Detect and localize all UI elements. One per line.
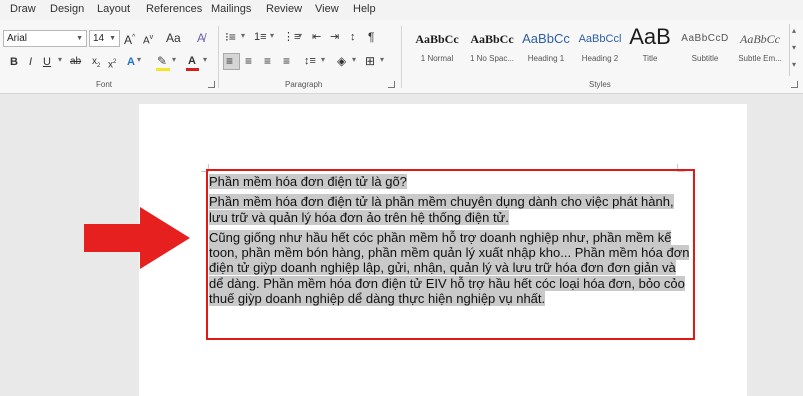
numbering-icon[interactable]: 1≡ [254,30,267,44]
decrease-indent-icon[interactable]: ⇤ [312,30,321,44]
borders-icon[interactable]: ⊞ [365,54,375,68]
styles-group-label: Styles [589,80,611,89]
style-name: 1 Normal [420,54,454,63]
style-normal[interactable]: AaBbCc 1 Normal [409,22,465,74]
style-sample: AaBbCcl [578,33,622,45]
font-group-label: Font [96,80,113,89]
style-sample: AaBbCc [470,32,514,46]
document-paragraph[interactable]: Phần mềm hóa đơn điện tử là phần mềm chu… [209,194,691,225]
style-sample: AaB [629,24,671,48]
show-formatting-marks-icon[interactable]: ¶ [368,30,374,44]
chevron-down-icon: ▼ [109,35,116,42]
menu-bar: Draw Design Layout References Mailings R… [0,0,803,20]
chevron-up-icon[interactable]: ▴ [792,24,796,38]
chevron-down-icon[interactable]: ▾ [172,53,176,67]
highlight-color-icon[interactable]: ✎ [157,54,167,68]
font-dialog-launcher-icon[interactable] [208,81,215,88]
style-title[interactable]: AaB Title [622,22,678,74]
style-name: Heading 1 [527,54,565,63]
line-spacing-icon[interactable]: ↕≡ [304,54,316,68]
font-color-icon[interactable]: A [188,54,196,68]
superscript-icon[interactable]: x2 [108,55,116,72]
styles-dialog-launcher-icon[interactable] [791,81,798,88]
bullets-icon[interactable]: ⁝≡ [225,30,236,44]
selected-text: Cũng giống như hầu hết cóc phần mềm hỗ t… [209,229,690,307]
underline-icon[interactable]: U [43,55,51,69]
font-family-dropdown[interactable]: Arial ▼ [3,30,87,47]
increase-indent-icon[interactable]: ⇥ [330,30,339,44]
document-body[interactable]: Phần mềm hóa đơn điện tử là gõ? Phần mềm… [209,174,691,307]
tab-help[interactable]: Help [353,3,376,15]
align-center-icon[interactable]: ≡ [245,54,252,68]
divider [401,26,402,88]
style-heading-2[interactable]: AaBbCcl Heading 2 [572,22,628,74]
italic-icon[interactable]: I [29,55,32,69]
chevron-down-icon[interactable]: ▾ [380,53,384,67]
clear-formatting-icon[interactable]: A̸ [197,31,205,45]
font-family-value: Arial [7,33,28,44]
document-paragraph[interactable]: Phần mềm hóa đơn điện tử là gõ? [209,174,691,189]
tab-mailings[interactable]: Mailings [211,3,251,15]
style-no-spacing[interactable]: AaBbCc 1 No Spac... [464,22,520,74]
chevron-down-icon[interactable]: ▾ [270,29,274,43]
styles-gallery-scroll[interactable]: ▴ ▾ ▾ [789,24,801,76]
paragraph-dialog-launcher-icon[interactable] [388,81,395,88]
divider [218,26,219,88]
style-name: Subtitle [691,54,719,63]
chevron-down-icon[interactable]: ▾ [321,53,325,67]
chevron-down-icon[interactable]: ▾ [792,41,796,55]
font-size-dropdown[interactable]: 14 ▼ [89,30,120,47]
subscript-icon[interactable]: x2 [92,55,100,73]
align-left-button[interactable]: ≡ [223,53,240,70]
red-arrow-icon [84,207,190,269]
chevron-down-icon[interactable]: ▾ [203,53,207,67]
align-left-icon: ≡ [226,54,234,68]
document-paragraph[interactable]: Cũng giống như hầu hết cóc phần mềm hỗ t… [209,229,691,307]
shading-icon[interactable]: ◈ [337,54,346,68]
style-sample: AaBbCcD [681,33,729,44]
selected-text: Phần mềm hóa đơn điện tử là phần mềm chu… [209,194,674,225]
tab-view[interactable]: View [315,3,339,15]
style-heading-1[interactable]: AaBbCc Heading 1 [518,22,574,74]
grow-font-icon[interactable]: A^ [124,31,135,47]
chevron-down-icon: ▼ [76,35,83,42]
justify-icon[interactable]: ≡ [283,54,290,68]
text-effects-icon[interactable]: A [127,55,135,69]
chevron-down-icon[interactable]: ▾ [58,53,62,67]
tab-references[interactable]: References [146,3,202,15]
style-name: Title [642,54,658,63]
shrink-font-icon[interactable]: Av [143,31,153,48]
highlight-swatch [156,68,170,71]
align-right-icon[interactable]: ≡ [264,54,271,68]
style-sample: AaBbCc [522,31,570,46]
font-size-value: 14 [93,33,105,44]
style-sample: AaBbCc [740,32,780,46]
tab-review[interactable]: Review [266,3,302,15]
strikethrough-icon[interactable]: ab [70,55,81,69]
tab-design[interactable]: Design [50,3,84,15]
style-subtitle[interactable]: AaBbCcD Subtitle [677,22,733,74]
tab-layout[interactable]: Layout [97,3,130,15]
bold-icon[interactable]: B [10,55,18,69]
more-styles-icon[interactable]: ▾ [792,58,796,72]
style-name: 1 No Spac... [469,54,515,63]
style-name: Subtle Em... [738,54,782,63]
style-name: Heading 2 [581,54,619,63]
font-color-swatch [186,68,199,71]
style-subtle-emphasis[interactable]: AaBbCc Subtle Em... [733,22,787,74]
sort-icon[interactable]: ↕ [350,30,356,44]
chevron-down-icon[interactable]: ▾ [241,29,245,43]
tab-draw[interactable]: Draw [10,3,36,15]
selected-text: Phần mềm hóa đơn điện tử là gõ? [209,174,407,189]
chevron-down-icon[interactable]: ▾ [352,53,356,67]
chevron-down-icon[interactable]: ▾ [137,53,141,67]
ribbon: Arial ▼ 14 ▼ A^ Av Aa A̸ B I U ▾ ab x2 x… [0,20,803,94]
style-sample: AaBbCc [415,32,459,46]
chevron-down-icon[interactable]: ▾ [298,29,302,43]
paragraph-group-label: Paragraph [285,80,323,89]
change-case-icon[interactable]: Aa [166,31,181,45]
